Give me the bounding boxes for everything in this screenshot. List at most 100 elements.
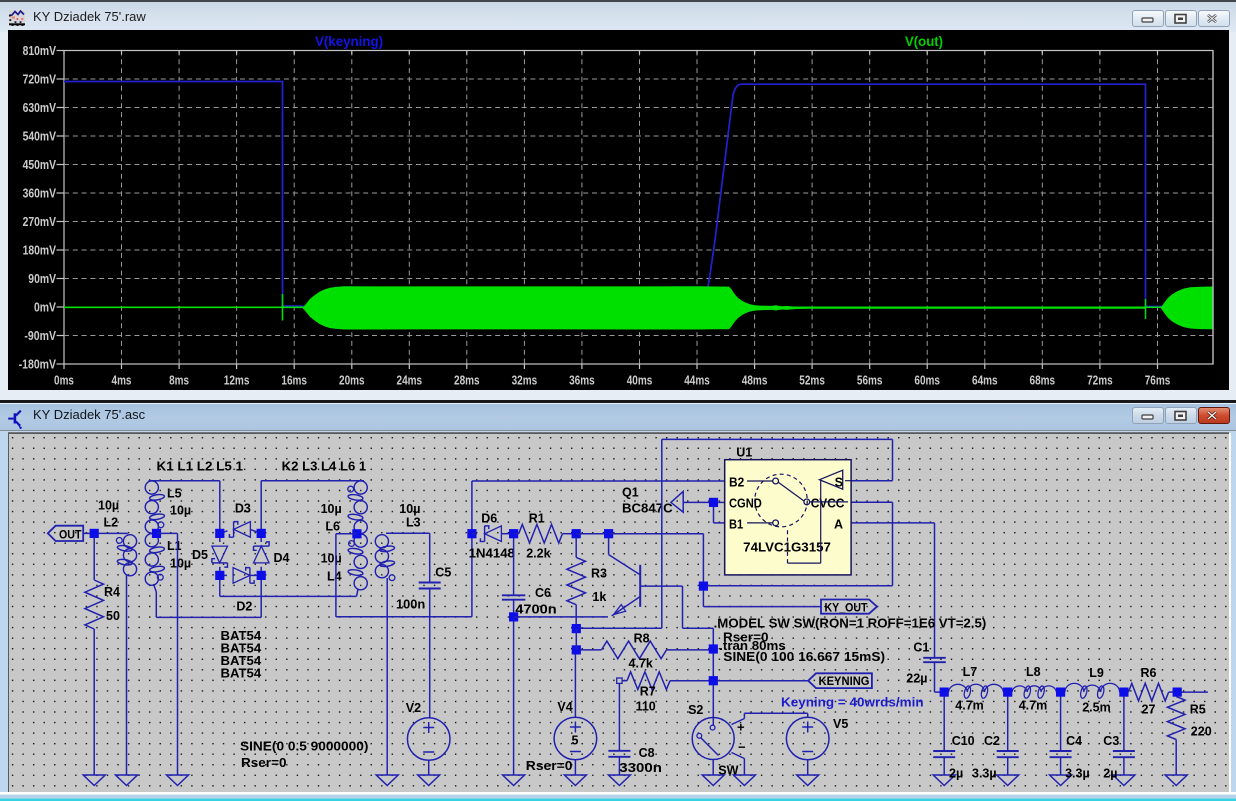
svg-text:SINE(0 100 16.667 15mS): SINE(0 100 16.667 15mS): [723, 650, 885, 664]
svg-text:R7: R7: [640, 685, 656, 699]
svg-text:Q1: Q1: [622, 486, 639, 500]
svg-text:36ms: 36ms: [569, 373, 595, 388]
svg-text:540mV: 540mV: [23, 129, 57, 144]
svg-text:A: A: [834, 518, 843, 532]
svg-text:L4: L4: [327, 570, 342, 584]
svg-text:56ms: 56ms: [857, 373, 883, 388]
svg-text:−: −: [738, 740, 746, 755]
svg-text:L8: L8: [1026, 665, 1041, 679]
svg-text:1k: 1k: [592, 590, 606, 604]
svg-text:V5: V5: [833, 717, 848, 731]
svg-text:Rser=0: Rser=0: [526, 759, 573, 773]
svg-text:5: 5: [572, 734, 579, 748]
svg-text:100n: 100n: [396, 598, 425, 612]
svg-text:0mV: 0mV: [34, 300, 56, 315]
svg-text:60ms: 60ms: [914, 373, 940, 388]
svg-text:R4: R4: [104, 585, 120, 599]
svg-text:D6: D6: [481, 512, 497, 526]
svg-text:U1: U1: [736, 446, 752, 460]
svg-text:C2: C2: [984, 734, 1000, 748]
svg-text:D2: D2: [236, 600, 252, 614]
svg-text:KY_OUT: KY_OUT: [825, 600, 869, 614]
svg-text:4.7m: 4.7m: [1019, 699, 1047, 713]
svg-text:C3: C3: [1103, 734, 1119, 748]
svg-text:630mV: 630mV: [23, 100, 57, 115]
svg-text:10µ: 10µ: [321, 502, 342, 516]
svg-text:V2: V2: [406, 701, 421, 715]
svg-text:D5: D5: [192, 548, 208, 562]
svg-text:CVCC: CVCC: [811, 497, 845, 511]
svg-text:48ms: 48ms: [742, 373, 768, 388]
svg-text:V(out): V(out): [905, 34, 943, 49]
svg-text:L6: L6: [325, 520, 340, 534]
svg-text:3.3µ: 3.3µ: [972, 767, 997, 781]
svg-text:C4: C4: [1066, 734, 1082, 748]
svg-text:Rser=0: Rser=0: [241, 756, 287, 770]
svg-text:360mV: 360mV: [23, 186, 57, 201]
svg-text:10µ: 10µ: [170, 504, 191, 518]
svg-text:2.5m: 2.5m: [1082, 701, 1111, 715]
svg-text:3.3µ: 3.3µ: [1065, 767, 1090, 781]
svg-text:2µ: 2µ: [949, 767, 963, 781]
svg-text:C1: C1: [913, 641, 929, 655]
svg-text:24ms: 24ms: [397, 373, 423, 388]
svg-text:44ms: 44ms: [684, 373, 710, 388]
svg-text:S2: S2: [688, 703, 703, 717]
svg-text:1N4148: 1N4148: [469, 547, 515, 561]
svg-text:B2: B2: [729, 476, 744, 490]
svg-text:10µ: 10µ: [399, 502, 420, 516]
svg-text:C6: C6: [535, 586, 551, 600]
svg-text:BAT54: BAT54: [221, 667, 262, 681]
svg-text:20ms: 20ms: [339, 373, 365, 388]
svg-text:BC847C: BC847C: [622, 502, 673, 516]
svg-text:-90mV: -90mV: [24, 328, 56, 343]
svg-text:V4: V4: [557, 700, 572, 714]
svg-text:OUT: OUT: [59, 528, 82, 542]
svg-text:L7: L7: [963, 665, 978, 679]
svg-text:V(keyning): V(keyning): [315, 34, 383, 49]
svg-text:C8: C8: [639, 746, 655, 760]
svg-text:K2 L3 L4 L6 1: K2 L3 L4 L6 1: [282, 460, 367, 474]
svg-text:L3: L3: [406, 516, 421, 530]
svg-text:450mV: 450mV: [23, 157, 57, 172]
svg-text:3300n: 3300n: [619, 761, 662, 775]
svg-text:810mV: 810mV: [23, 43, 57, 58]
svg-text:27: 27: [1142, 703, 1156, 717]
svg-text:52ms: 52ms: [799, 373, 825, 388]
svg-text:4700n: 4700n: [515, 603, 556, 617]
svg-text:22µ: 22µ: [906, 672, 927, 686]
svg-text:68ms: 68ms: [1030, 373, 1056, 388]
svg-text:L5: L5: [167, 487, 182, 501]
svg-text:-180mV: -180mV: [19, 357, 57, 372]
svg-text:720mV: 720mV: [23, 72, 57, 87]
svg-text:40ms: 40ms: [627, 373, 653, 388]
svg-text:28ms: 28ms: [454, 373, 480, 388]
svg-text:B1: B1: [729, 518, 743, 532]
svg-text:D3: D3: [235, 502, 251, 516]
svg-text:R8: R8: [634, 632, 650, 646]
svg-text:D4: D4: [274, 551, 290, 565]
svg-text:L1: L1: [167, 539, 182, 553]
svg-text:50: 50: [106, 609, 120, 623]
svg-text:10µ: 10µ: [98, 499, 119, 513]
svg-text:SINE(0 0.5 9000000): SINE(0 0.5 9000000): [240, 740, 368, 754]
svg-text:180mV: 180mV: [23, 243, 57, 258]
svg-text:L2: L2: [104, 516, 119, 530]
svg-text:76ms: 76ms: [1145, 373, 1171, 388]
svg-text:10µ: 10µ: [170, 557, 191, 571]
svg-text:16ms: 16ms: [281, 373, 307, 388]
svg-text:2µ: 2µ: [1103, 767, 1117, 781]
svg-text:L9: L9: [1089, 666, 1104, 680]
svg-text:.MODEL SW SW(RON=1 ROFF=1E6 VT: .MODEL SW SW(RON=1 ROFF=1E6 VT=2.5): [714, 617, 987, 631]
svg-text:90mV: 90mV: [28, 271, 56, 286]
svg-text:12ms: 12ms: [224, 373, 250, 388]
svg-text:C5: C5: [435, 566, 451, 580]
svg-text:8ms: 8ms: [169, 373, 189, 388]
svg-text:4.7m: 4.7m: [955, 699, 984, 713]
svg-text:10µ: 10µ: [321, 552, 342, 566]
svg-text:R6: R6: [1141, 666, 1157, 680]
svg-text:C10: C10: [952, 734, 975, 748]
svg-text:32ms: 32ms: [512, 373, 538, 388]
svg-text:110: 110: [636, 700, 656, 714]
svg-text:4.7k: 4.7k: [629, 657, 653, 671]
